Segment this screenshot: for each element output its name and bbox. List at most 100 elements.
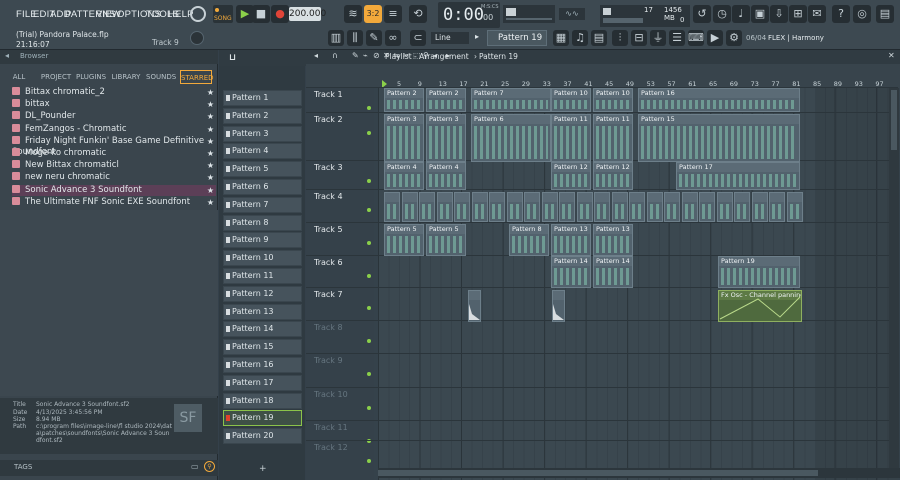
browser-item[interactable]: New Bittax chromaticl ★ — [12, 160, 216, 171]
time-display[interactable]: 0:00 M:S:CS 00 — [438, 2, 500, 28]
pattern-clip[interactable]: Pattern 15 — [638, 114, 800, 162]
track-header[interactable]: Track 5 — [314, 225, 376, 234]
star-icon[interactable]: ★ — [207, 148, 214, 159]
undo-icon[interactable]: ↺ — [693, 5, 711, 23]
tab-all[interactable]: ALL — [8, 70, 30, 84]
pattern-clip[interactable]: Pattern 17 — [676, 162, 800, 190]
layout-icon[interactable]: ▤ — [876, 5, 894, 23]
browser-item[interactable]: Bittax chromatic_2 ★ — [12, 87, 216, 98]
pattern-item[interactable]: Pattern 15 — [223, 339, 302, 356]
pattern-clip[interactable]: Pattern 11 — [593, 114, 633, 162]
browser-item[interactable]: DL_Pounder ★ — [12, 111, 216, 122]
stopwatch-icon[interactable]: ◷ — [713, 5, 731, 23]
pattern-item[interactable]: Pattern 5 — [223, 161, 302, 178]
pattern-clip[interactable]: Pattern 3 — [426, 114, 466, 162]
slice-clip[interactable] — [436, 192, 453, 222]
track-header[interactable]: Track 10 — [314, 390, 376, 399]
track-enable-led[interactable] — [367, 459, 371, 463]
browser-item[interactable]: Moge-ko chromatic ★ — [12, 148, 216, 159]
slice-clip[interactable] — [559, 192, 575, 222]
pattern-clip[interactable]: Pattern 2 — [384, 88, 424, 112]
track-enable-led[interactable] — [367, 406, 371, 410]
pattern-clip[interactable]: Pattern 19 — [718, 256, 800, 288]
tab-project[interactable]: PROJECT — [38, 70, 74, 84]
timeline-ruler[interactable] — [306, 64, 900, 88]
track-enable-led[interactable] — [367, 106, 371, 110]
pattern-item[interactable]: Pattern 11 — [223, 268, 302, 284]
slice-clip[interactable] — [506, 192, 523, 222]
master-volume-knob[interactable] — [190, 31, 204, 45]
pattern-clip[interactable]: Pattern 8 — [509, 224, 549, 256]
brush-icon[interactable]: ✎ — [366, 30, 382, 46]
record-icon[interactable]: ● — [271, 5, 289, 23]
song-position-panel[interactable] — [503, 5, 555, 23]
target-icon[interactable]: ◎ — [853, 5, 871, 23]
tab-library[interactable]: LIBRARY — [111, 70, 141, 84]
star-icon[interactable]: ★ — [207, 197, 214, 208]
piano-icon[interactable]: ▥ — [328, 30, 344, 46]
pattern-clip[interactable]: Pattern 13 — [551, 224, 591, 256]
render-icon[interactable]: ⇩ — [770, 5, 788, 23]
slice-clip[interactable] — [786, 192, 803, 222]
pattern-clip[interactable]: Pattern 11 — [551, 114, 591, 162]
pattern-item[interactable]: Pattern 2 — [223, 107, 302, 124]
vscroll-thumb[interactable] — [891, 90, 897, 150]
pattern-clip[interactable]: Pattern 12 — [551, 162, 591, 190]
slice-clip[interactable] — [594, 192, 610, 222]
pattern-item[interactable]: Pattern 1 — [223, 90, 302, 106]
pattern-item[interactable]: Pattern 13 — [223, 303, 302, 320]
slice-clip[interactable] — [734, 192, 750, 222]
browser-item[interactable]: bittax ★ — [12, 99, 216, 110]
pattern-item[interactable]: Pattern 10 — [223, 250, 302, 267]
picker-piano-icon[interactable]: ⊔ — [229, 53, 236, 63]
pattern-clip[interactable]: Pattern 2 — [426, 88, 466, 112]
stop-icon[interactable]: ■ — [252, 5, 270, 23]
loop-record-icon[interactable]: ⟲ — [409, 5, 427, 23]
track-header[interactable]: Track 4 — [314, 192, 376, 201]
microphone-icon[interactable]: ♩ — [732, 5, 750, 23]
delete-tool-icon[interactable]: ⊘ — [373, 51, 380, 60]
star-icon[interactable]: ★ — [207, 87, 214, 98]
snap-select[interactable]: Line — [431, 32, 469, 44]
pattern-item[interactable]: Pattern 7 — [223, 196, 302, 213]
pattern-clip[interactable]: Pattern 6 — [471, 114, 551, 162]
mixer-faders-icon[interactable]: ⫶ — [612, 30, 628, 46]
pattern-item[interactable]: Pattern 18 — [223, 392, 302, 409]
slice-clip[interactable] — [419, 192, 435, 222]
track-enable-led[interactable] — [367, 208, 371, 212]
song-position-bar[interactable] — [506, 18, 552, 20]
track-header[interactable]: Track 9 — [314, 356, 376, 365]
plug-icon[interactable]: ⏚ — [650, 30, 666, 46]
pattern-item[interactable]: Pattern 6 — [223, 179, 302, 195]
metronome-icon[interactable]: ≋ — [344, 5, 362, 23]
slice-clip[interactable] — [681, 192, 698, 222]
pattern-item[interactable]: Pattern 9 — [223, 232, 302, 249]
pattern-clip[interactable]: Pattern 5 — [384, 224, 424, 256]
track-header[interactable]: Track 7 — [314, 290, 376, 299]
slice-clip[interactable] — [699, 192, 715, 222]
playlist-menu-icon[interactable]: ◂ — [314, 51, 318, 60]
slice-clip[interactable] — [401, 192, 418, 222]
save-icon[interactable]: ▣ — [751, 5, 769, 23]
pattern-item[interactable]: Pattern 17 — [223, 374, 302, 391]
pattern-clip[interactable]: Pattern 16 — [638, 88, 800, 112]
playlist-icon[interactable]: ▦ — [553, 30, 569, 46]
browser-toggle-icon[interactable]: ☰ — [669, 30, 685, 46]
channel-icon[interactable]: ⊟ — [631, 30, 647, 46]
horizontal-scrollbar[interactable] — [378, 468, 900, 478]
track-enable-led[interactable] — [367, 241, 371, 245]
search-icon[interactable]: ⚲ — [204, 461, 215, 472]
slice-clip[interactable] — [664, 192, 680, 222]
vertical-scrollbar[interactable] — [889, 88, 899, 468]
track-enable-led[interactable] — [367, 372, 371, 376]
track-enable-led[interactable] — [367, 179, 371, 183]
draw-tool-icon[interactable]: ✎ — [352, 51, 359, 60]
pat-song-toggle[interactable]: SONG — [213, 5, 233, 23]
collapse-arrow-icon[interactable]: ◂ — [5, 51, 9, 60]
playlist-close-icon[interactable]: ✕ — [888, 51, 895, 60]
pattern-item[interactable]: Pattern 12 — [223, 285, 302, 302]
chat-icon[interactable]: ✉ — [808, 5, 826, 23]
touch-keyboard-icon[interactable]: ⌨ — [688, 30, 704, 46]
arrow-right-icon[interactable]: ▸ — [475, 32, 483, 44]
pattern-selector[interactable]: Pattern 19 — [487, 30, 547, 46]
